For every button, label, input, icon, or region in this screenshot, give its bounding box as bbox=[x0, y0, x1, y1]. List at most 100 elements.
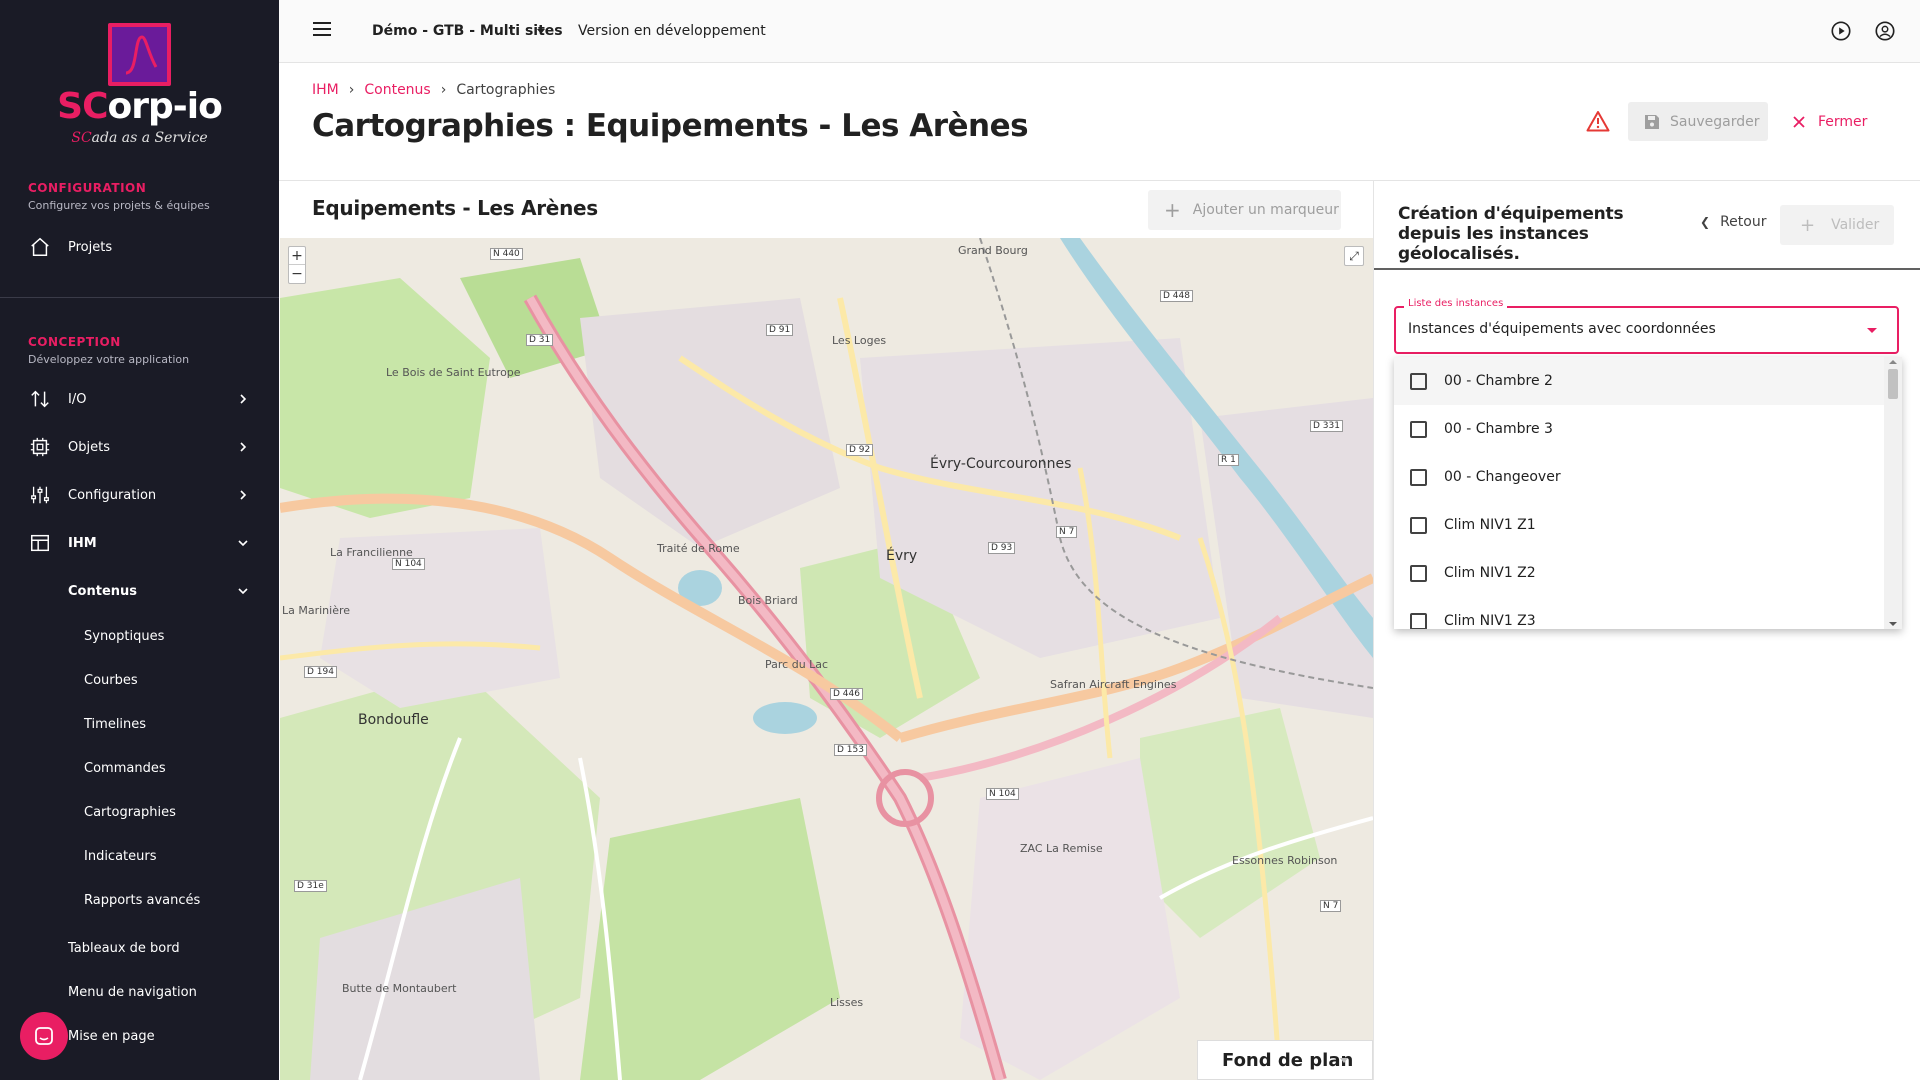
chat-launcher-button[interactable] bbox=[20, 1012, 68, 1060]
road-label: D 446 bbox=[830, 688, 863, 700]
scroll-down-icon[interactable] bbox=[1889, 622, 1897, 626]
map-place-label: Essonnes Robinson bbox=[1232, 854, 1338, 867]
sidebar-item-contenus[interactable]: Contenus bbox=[0, 568, 279, 614]
instances-dropdown: 00 - Chambre 2 00 - Chambre 3 00 - Chang… bbox=[1394, 357, 1902, 629]
list-item[interactable]: 00 - Chambre 2 bbox=[1394, 357, 1884, 405]
sidebar-item-cartographies[interactable]: Cartographies bbox=[84, 805, 176, 820]
list-item-label: 00 - Chambre 2 bbox=[1444, 373, 1553, 389]
close-button[interactable]: Fermer bbox=[1792, 102, 1867, 141]
map-place-label: Le Bois de Saint Eutrope bbox=[386, 366, 521, 379]
sidebar-item-label: Objets bbox=[68, 439, 110, 455]
brand-logo[interactable]: SCorp-io SCada as a Service bbox=[0, 0, 279, 160]
brand-tagline: SCada as a Service bbox=[71, 130, 208, 146]
sidebar-item-menu-navigation[interactable]: Menu de navigation bbox=[68, 985, 197, 1000]
play-circle-icon[interactable] bbox=[1830, 20, 1852, 42]
sidebar-item-projets[interactable]: Projets bbox=[0, 224, 279, 270]
plus-icon: + bbox=[1800, 214, 1816, 236]
list-item-label: 00 - Changeover bbox=[1444, 469, 1561, 485]
chevron-left-icon: ❮ bbox=[1700, 215, 1711, 229]
list-item-label: Clim NIV1 Z3 bbox=[1444, 613, 1536, 629]
sidebar-item-synoptiques[interactable]: Synoptiques bbox=[84, 629, 164, 644]
account-circle-icon[interactable] bbox=[1874, 20, 1896, 42]
warning-icon[interactable] bbox=[1586, 110, 1610, 132]
sidebar-item-commandes[interactable]: Commandes bbox=[84, 761, 166, 776]
checkbox[interactable] bbox=[1410, 564, 1427, 582]
checkbox[interactable] bbox=[1410, 612, 1427, 629]
sidebar-item-indicateurs[interactable]: Indicateurs bbox=[84, 849, 157, 864]
breadcrumb-link-ihm[interactable]: IHM bbox=[312, 82, 339, 98]
list-item[interactable]: 00 - Chambre 3 bbox=[1394, 405, 1884, 453]
road-label: N 440 bbox=[490, 248, 523, 260]
road-label: D 31 bbox=[526, 334, 554, 346]
map-place-label: Les Loges bbox=[832, 334, 887, 347]
add-marker-button[interactable]: + Ajouter un marqueur bbox=[1148, 190, 1341, 230]
project-selector[interactable]: Démo - GTB - Multi sites bbox=[372, 23, 563, 39]
checkbox[interactable] bbox=[1410, 372, 1427, 390]
sidebar-item-objets[interactable]: Objets bbox=[0, 424, 279, 470]
back-button[interactable]: ❮ Retour bbox=[1700, 214, 1766, 230]
map-place-label: Grand Bourg bbox=[958, 244, 1028, 257]
sidebar-item-tableaux-de-bord[interactable]: Tableaux de bord bbox=[68, 941, 180, 956]
home-icon bbox=[28, 235, 52, 259]
map-place-label: Évry-Courcouronnes bbox=[930, 456, 1072, 472]
checkbox[interactable] bbox=[1410, 468, 1427, 486]
breadcrumb: IHM › Contenus › Cartographies bbox=[312, 82, 555, 98]
close-button-label: Fermer bbox=[1818, 113, 1868, 130]
road-label: D 331 bbox=[1310, 420, 1343, 432]
chevron-down-icon bbox=[238, 588, 248, 595]
map-panel-title: Equipements - Les Arènes bbox=[312, 196, 598, 220]
list-item[interactable]: Clim NIV1 Z1 bbox=[1394, 501, 1884, 549]
base-layer-selector[interactable]: Fond de plan bbox=[1197, 1040, 1373, 1080]
zoom-out-button[interactable]: − bbox=[289, 265, 305, 283]
sidebar-item-rapports-avances[interactable]: Rapports avancés bbox=[84, 893, 200, 908]
sidebar-item-configuration[interactable]: Configuration bbox=[0, 472, 279, 518]
zoom-in-button[interactable]: + bbox=[289, 247, 305, 265]
section-title-conception: CONCEPTION bbox=[28, 335, 121, 349]
sidebar-item-courbes[interactable]: Courbes bbox=[84, 673, 138, 688]
dropdown-scrollbar[interactable] bbox=[1884, 357, 1902, 629]
map-place-label: Butte de Montaubert bbox=[342, 982, 457, 995]
fullscreen-button[interactable]: ⤢ bbox=[1344, 246, 1364, 266]
sidebar-item-ihm[interactable]: IHM bbox=[0, 520, 279, 566]
breadcrumb-link-contenus[interactable]: Contenus bbox=[364, 82, 430, 98]
sidebar: SCorp-io SCada as a Service CONFIGURATIO… bbox=[0, 0, 279, 1080]
validate-button-label: Valider bbox=[1831, 217, 1880, 233]
checkbox[interactable] bbox=[1410, 516, 1427, 534]
swap-vert-icon bbox=[28, 387, 52, 411]
map-place-label: Évry bbox=[886, 548, 918, 564]
top-bar: Démo - GTB - Multi sites Version en déve… bbox=[279, 0, 1920, 63]
sidebar-item-timelines[interactable]: Timelines bbox=[84, 717, 146, 732]
road-label: D 93 bbox=[988, 542, 1016, 554]
list-item[interactable]: Clim NIV1 Z2 bbox=[1394, 549, 1884, 597]
version-label: Version en développement bbox=[578, 23, 766, 39]
breadcrumb-current: Cartographies bbox=[456, 82, 556, 98]
caret-down-icon bbox=[1340, 1058, 1348, 1063]
map-place-label: ZAC La Remise bbox=[1020, 842, 1103, 855]
close-icon bbox=[1793, 115, 1805, 128]
instances-select[interactable]: Instances d'équipements avec coordonnées bbox=[1394, 306, 1899, 354]
sidebar-item-mise-en-page[interactable]: Mise en page bbox=[68, 1029, 155, 1044]
chip-icon bbox=[28, 435, 52, 459]
road-label: N 7 bbox=[1320, 900, 1342, 912]
save-button[interactable]: Sauvegarder bbox=[1628, 102, 1768, 141]
chevron-down-icon bbox=[238, 540, 248, 547]
checkbox[interactable] bbox=[1410, 420, 1427, 438]
list-item-label: Clim NIV1 Z1 bbox=[1444, 517, 1536, 533]
scrollbar-thumb[interactable] bbox=[1888, 369, 1898, 399]
sliders-icon bbox=[28, 483, 52, 507]
validate-button[interactable]: + Valider bbox=[1780, 205, 1894, 245]
map-view[interactable]: + − ⤢ Évry-Courcouronnes Évry Bondoufle … bbox=[280, 238, 1373, 1080]
caret-down-icon bbox=[1867, 328, 1877, 333]
sidebar-divider bbox=[0, 297, 279, 298]
sidebar-item-io[interactable]: I/O bbox=[0, 376, 279, 422]
menu-icon[interactable] bbox=[313, 22, 331, 36]
caret-down-icon[interactable] bbox=[537, 29, 545, 34]
chevron-right-icon bbox=[240, 490, 247, 500]
scroll-up-icon[interactable] bbox=[1889, 360, 1897, 364]
logo-mark-icon bbox=[108, 23, 171, 86]
chevron-right-icon bbox=[240, 442, 247, 452]
road-label: D 91 bbox=[766, 324, 794, 336]
list-item[interactable]: Clim NIV1 Z3 bbox=[1394, 597, 1884, 629]
list-item[interactable]: 00 - Changeover bbox=[1394, 453, 1884, 501]
map-place-label: Parc du Lac bbox=[765, 658, 829, 671]
